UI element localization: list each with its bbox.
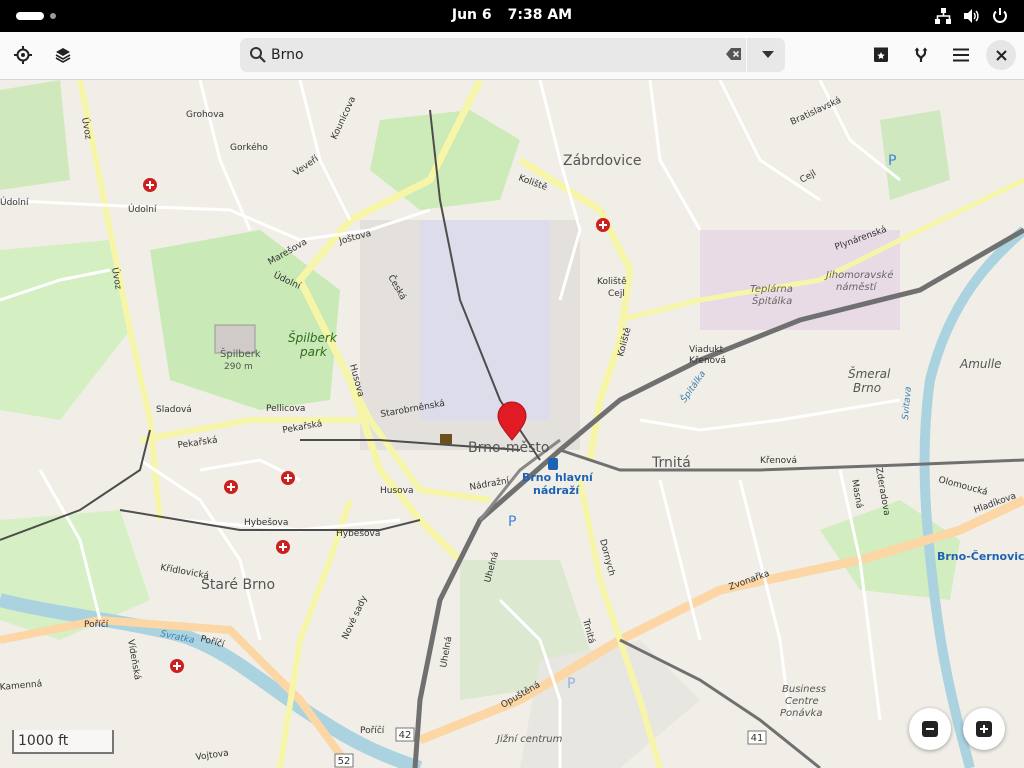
street-label: Údolní: [128, 203, 157, 215]
poi-label: Centre: [785, 696, 819, 707]
poi-label: Jižní centrum: [495, 733, 563, 745]
clock[interactable]: Jun 6 7:38 AM: [0, 7, 1024, 23]
hospital-icon[interactable]: [143, 178, 157, 192]
poi-label: Špilberk: [220, 347, 261, 360]
district-label: Trnitá: [651, 455, 691, 471]
street-label: Sladová: [156, 405, 192, 415]
search-options-button[interactable]: [750, 38, 785, 72]
district-label: Staré Brno: [201, 577, 275, 593]
poi-label: Jihomoravské: [824, 269, 893, 281]
zoom-in-icon: [976, 721, 992, 737]
favorites-button[interactable]: [866, 40, 896, 70]
road-shield-52: 52: [338, 756, 351, 767]
time-label: 7:38 AM: [507, 7, 573, 23]
poi-label: Brno: [853, 381, 881, 395]
main-menu-button[interactable]: [946, 40, 976, 70]
poi-label: Teplárna: [750, 283, 793, 295]
street-label: Pellicova: [266, 404, 305, 414]
poi-label: Špitálka: [752, 294, 792, 307]
street-label: Koliště: [597, 276, 627, 287]
station-label: Brno-Černovice: [937, 550, 1024, 563]
close-icon: [995, 49, 1007, 61]
street-label: Poříčí: [360, 725, 385, 736]
park-label: Špilberk: [288, 330, 338, 345]
marker-label: Brno-město: [468, 440, 549, 456]
search-icon: [250, 47, 266, 63]
street-label: Husova: [380, 486, 414, 496]
poi-label: Šmeral: [848, 366, 891, 381]
district-label: Zábrdovice: [563, 153, 642, 169]
parking-icon[interactable]: P: [567, 676, 575, 692]
street-label: Cejl: [608, 289, 625, 299]
poi-label: Ponávka: [780, 707, 822, 719]
route-icon: [914, 47, 928, 62]
parking-icon[interactable]: P: [508, 514, 516, 530]
map-canvas[interactable]: P P P 42 41 52 Zábrdovice Trnitá Staré B…: [0, 80, 1024, 768]
hospital-icon[interactable]: [224, 480, 238, 494]
date-label: Jun 6: [451, 7, 492, 23]
menu-icon: [953, 48, 969, 62]
station-label: nádraží: [533, 484, 580, 497]
road-shield-42: 42: [399, 730, 412, 741]
volume-icon[interactable]: [962, 7, 980, 25]
train-station-icon[interactable]: [548, 458, 558, 470]
locate-icon: [14, 46, 32, 64]
hospital-icon[interactable]: [281, 471, 295, 485]
close-button[interactable]: [986, 40, 1016, 70]
power-icon[interactable]: [991, 7, 1009, 25]
street-label: Grohova: [186, 110, 224, 120]
hospital-icon[interactable]: [170, 659, 184, 673]
layers-button[interactable]: [48, 40, 78, 70]
chevron-down-icon: [761, 51, 774, 58]
route-button[interactable]: [906, 40, 936, 70]
zoom-in-button[interactable]: [963, 708, 1005, 750]
street-label: Údolní: [0, 196, 29, 208]
network-icon[interactable]: [934, 7, 952, 25]
poi-label: 290 m: [224, 362, 253, 372]
street-label: Viadukt: [689, 345, 724, 355]
museum-icon[interactable]: [440, 434, 452, 444]
poi-label: Amulle: [959, 357, 1002, 371]
street-label: Gorkého: [230, 142, 268, 153]
station-label: Brno hlavní: [522, 471, 594, 484]
street-label: Křenová: [689, 356, 726, 366]
zoom-out-icon: [922, 721, 938, 737]
park-label: park: [299, 345, 328, 359]
poi-label: náměstí: [836, 281, 877, 293]
search-bar: [240, 38, 785, 72]
street-label: Poříčí: [84, 619, 109, 630]
hospital-icon[interactable]: [276, 540, 290, 554]
street-label: Křenová: [760, 456, 797, 466]
map-view[interactable]: P P P 42 41 52 Zábrdovice Trnitá Staré B…: [0, 80, 1024, 768]
app-header: [0, 32, 1024, 80]
scale-bar: 1000 ft: [12, 730, 114, 754]
street-label: Hybešova: [336, 528, 380, 539]
road-shield-41: 41: [751, 733, 764, 744]
bookmark-icon: [874, 47, 888, 62]
parking-icon[interactable]: P: [888, 153, 896, 169]
zoom-out-button[interactable]: [909, 708, 951, 750]
search-separator: [746, 38, 747, 72]
system-top-bar: Jun 6 7:38 AM: [0, 0, 1024, 32]
layers-icon: [55, 48, 71, 63]
search-input[interactable]: [271, 42, 721, 68]
street-label: Hybešova: [244, 517, 288, 528]
scale-label: 1000 ft: [18, 733, 69, 749]
clear-search-icon[interactable]: [726, 47, 742, 61]
hospital-icon[interactable]: [596, 218, 610, 232]
locate-button[interactable]: [8, 40, 38, 70]
poi-label: Business: [782, 684, 826, 695]
